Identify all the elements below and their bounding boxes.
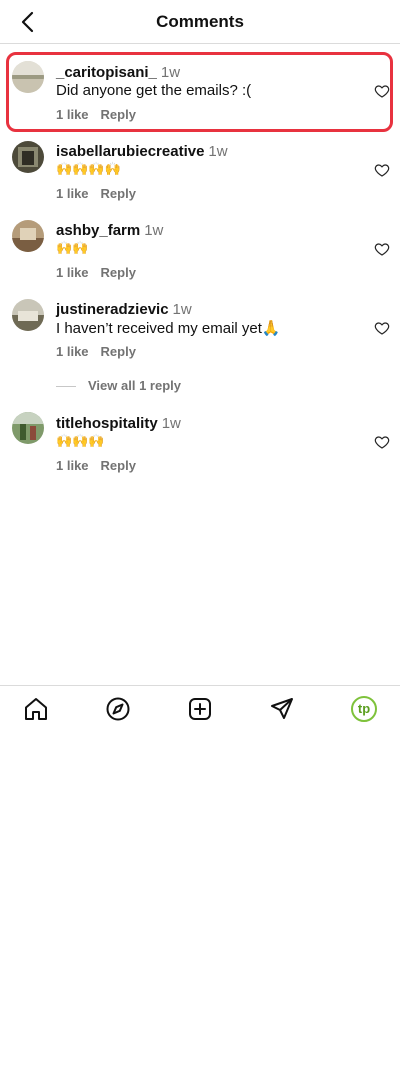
heart-icon[interactable] (374, 434, 390, 450)
home-icon[interactable] (23, 696, 49, 722)
avatar[interactable] (12, 299, 44, 331)
comment-text: I haven’t received my email yet🙏 (56, 320, 281, 337)
comment-time: 1w (208, 143, 228, 160)
comment-actions: 1 like Reply (56, 107, 136, 122)
comment-time: 1w (172, 301, 192, 318)
heart-icon[interactable] (374, 241, 390, 257)
comment-header: _caritopisani_ 1w (56, 64, 180, 81)
comment-actions: 1 like Reply (56, 458, 136, 473)
comment-username[interactable]: ashby_farm (56, 222, 140, 239)
comment-time: 1w (161, 415, 181, 432)
avatar[interactable] (12, 61, 44, 93)
bottom-nav: tp (0, 685, 400, 731)
comment-username[interactable]: titlehospitality (56, 415, 158, 432)
reply-button[interactable]: Reply (101, 186, 136, 201)
like-count[interactable]: 1 like (56, 344, 89, 359)
view-replies-button[interactable]: View all 1 reply (88, 378, 181, 393)
like-count[interactable]: 1 like (56, 107, 89, 122)
like-count[interactable]: 1 like (56, 458, 89, 473)
header-bar: Comments (0, 0, 400, 44)
view-replies: View all 1 reply (56, 378, 181, 393)
new-post-icon[interactable] (187, 696, 213, 722)
comment-text: 🙌🙌🙌🙌 (56, 161, 121, 176)
like-count[interactable]: 1 like (56, 265, 89, 280)
comment-username[interactable]: isabellarubiecreative (56, 143, 204, 160)
comment-time: 1w (160, 64, 181, 81)
comment-username[interactable]: _caritopisani_ (56, 64, 157, 81)
comment-actions: 1 like Reply (56, 344, 136, 359)
reply-button[interactable]: Reply (101, 458, 136, 473)
comment-text: 🙌🙌 (56, 240, 89, 255)
comment-header: justineradzievic 1w (56, 301, 192, 318)
comment-actions: 1 like Reply (56, 265, 136, 280)
heart-icon[interactable] (374, 320, 390, 336)
comment-text: Did anyone get the emails? :( (56, 82, 252, 99)
comment-time: 1w (144, 222, 164, 239)
explore-icon[interactable] (105, 696, 131, 722)
heart-icon[interactable] (374, 162, 390, 178)
reply-button[interactable]: Reply (101, 265, 136, 280)
avatar[interactable] (12, 220, 44, 252)
like-count[interactable]: 1 like (56, 186, 89, 201)
heart-icon[interactable] (374, 83, 390, 99)
reply-button[interactable]: Reply (101, 107, 136, 122)
comment-header: titlehospitality 1w (56, 415, 181, 432)
comment-header: isabellarubiecreative 1w (56, 143, 228, 160)
avatar[interactable] (12, 412, 44, 444)
comment-actions: 1 like Reply (56, 186, 136, 201)
comment-username[interactable]: justineradzievic (56, 301, 169, 318)
reply-divider (56, 386, 76, 388)
direct-message-icon[interactable] (269, 696, 295, 722)
comment-text: 🙌🙌🙌 (56, 433, 105, 448)
page-title: Comments (156, 12, 244, 31)
profile-icon[interactable]: tp (351, 696, 377, 722)
avatar[interactable] (12, 141, 44, 173)
comment-header: ashby_farm 1w (56, 222, 163, 239)
reply-button[interactable]: Reply (101, 344, 136, 359)
